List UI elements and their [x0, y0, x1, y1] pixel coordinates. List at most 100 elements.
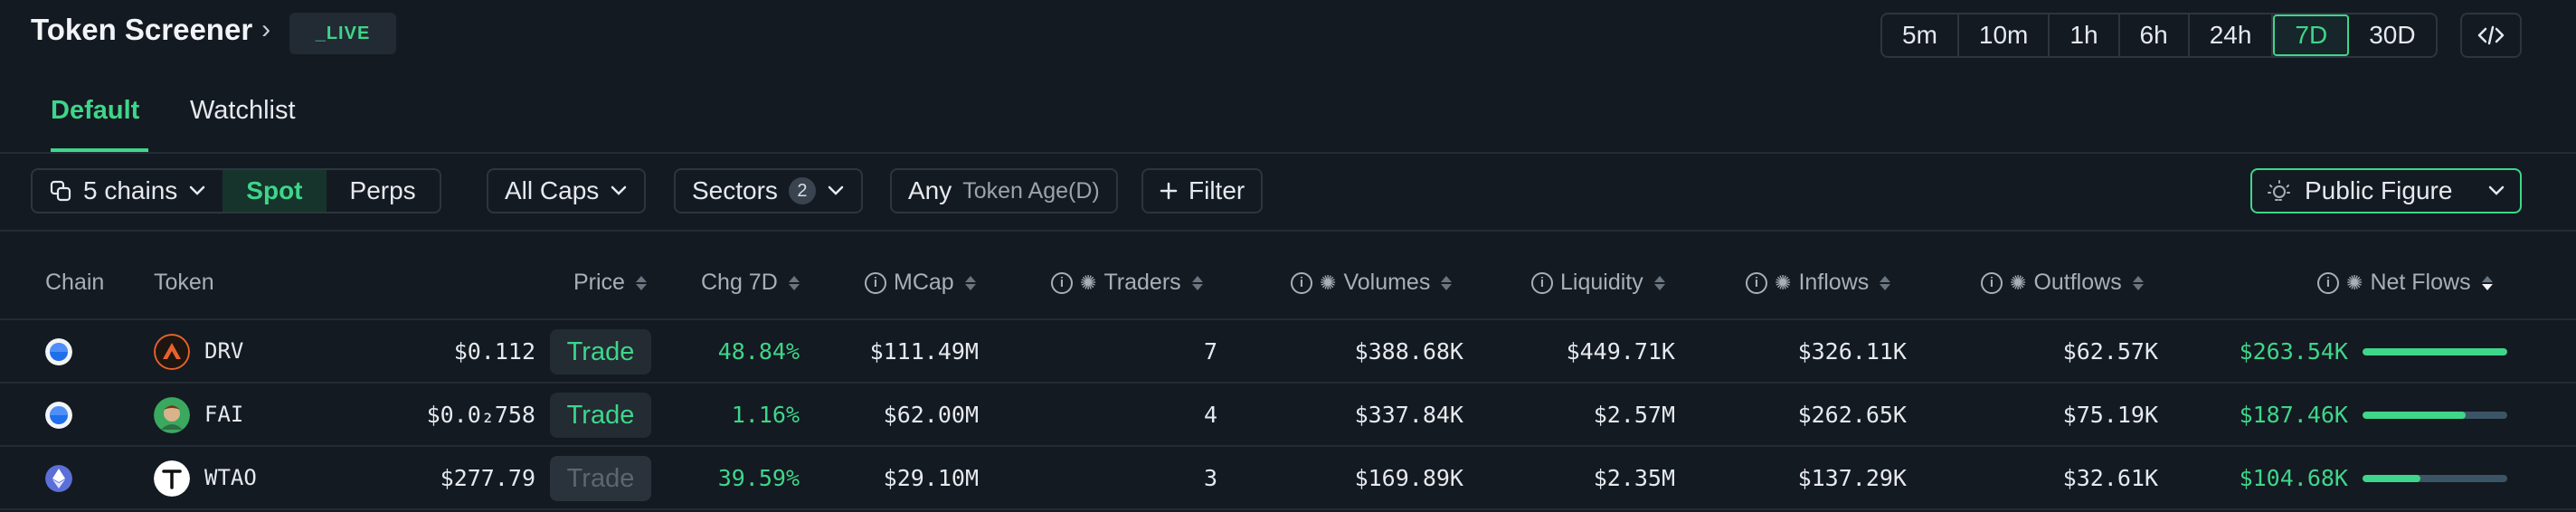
- traders-cell: 4: [1203, 401, 1217, 428]
- market-type-group: 5 chains Spot Perps: [31, 168, 441, 213]
- netflows-cell: $187.46K: [2239, 401, 2348, 428]
- chg-cell: 39.59%: [717, 464, 800, 491]
- col-volumes[interactable]: i ✺ Volumes: [1291, 270, 1453, 296]
- chains-label: 5 chains: [83, 176, 178, 204]
- chg-cell: 48.84%: [717, 337, 800, 365]
- traders-cell: 7: [1203, 337, 1217, 365]
- traders-cell: 3: [1203, 464, 1217, 491]
- col-liquidity-label: Liquidity: [1560, 270, 1643, 295]
- info-icon[interactable]: i: [865, 271, 886, 294]
- netflow-bar-fill: [2363, 475, 2420, 482]
- ethereum-chain-icon: [45, 465, 72, 492]
- sectors-dropdown[interactable]: Sectors 2: [674, 168, 863, 213]
- timeframe-5m[interactable]: 5m: [1882, 14, 1959, 56]
- live-badge: _LIVE: [289, 13, 396, 54]
- info-icon[interactable]: i: [1746, 271, 1767, 294]
- info-icon[interactable]: i: [1981, 271, 2003, 294]
- col-traders[interactable]: i ✺ Traders: [1051, 270, 1203, 296]
- table-row[interactable]: FAI $0.0₂758 Trade 1.16% $62.00M 4 $337.…: [0, 384, 2576, 447]
- fai-token-icon: [154, 397, 190, 433]
- col-mcap[interactable]: i MCap: [865, 270, 976, 296]
- table-row[interactable]: DRV $0.112 Trade 48.84% $111.49M 7 $388.…: [0, 320, 2576, 384]
- token-symbol[interactable]: WTAO: [204, 447, 257, 508]
- outflows-cell: $62.57K: [2062, 337, 2158, 365]
- token-age-value: Any: [908, 176, 952, 204]
- info-icon[interactable]: i: [2317, 271, 2339, 294]
- chevron-down-icon: [190, 185, 205, 195]
- netflow-bar-fill: [2363, 348, 2507, 356]
- col-volumes-label: Volumes: [1343, 270, 1431, 295]
- chevron-right-icon: ›: [261, 14, 271, 44]
- public-figure-label: Public Figure: [2305, 176, 2453, 204]
- sort-icon: [788, 275, 800, 290]
- timeframe-24h[interactable]: 24h: [2190, 14, 2274, 56]
- trade-button-disabled[interactable]: Trade: [550, 456, 651, 501]
- volumes-cell: $169.89K: [1354, 464, 1463, 491]
- tab-default[interactable]: Default: [51, 96, 148, 152]
- public-figure-dropdown[interactable]: Public Figure: [2250, 168, 2522, 213]
- add-filter-button[interactable]: Filter: [1141, 168, 1264, 213]
- col-liquidity[interactable]: i Liquidity: [1531, 270, 1665, 296]
- caps-label: All Caps: [505, 176, 600, 204]
- outflows-cell: $32.61K: [2062, 464, 2158, 491]
- inflows-cell: $262.65K: [1797, 401, 1907, 428]
- caps-dropdown[interactable]: All Caps: [487, 168, 647, 213]
- col-inflows[interactable]: i ✺ Inflows: [1746, 270, 1891, 296]
- plus-icon: [1160, 182, 1178, 200]
- timeframe-1h[interactable]: 1h: [2050, 14, 2120, 56]
- embed-code-button[interactable]: [2460, 13, 2522, 58]
- col-price[interactable]: Price: [573, 270, 647, 296]
- mcap-cell: $111.49M: [869, 337, 979, 365]
- token-age-filter[interactable]: Any Token Age(D): [890, 168, 1118, 213]
- col-netflows[interactable]: i ✺ Net Flows: [2317, 270, 2493, 296]
- spot-toggle[interactable]: Spot: [223, 170, 327, 212]
- sort-desc-icon: [2481, 275, 2493, 290]
- tab-watchlist[interactable]: Watchlist: [190, 96, 296, 152]
- table-row[interactable]: WTAO $277.79 Trade 39.59% $29.10M 3 $169…: [0, 447, 2576, 510]
- layers-icon: [50, 180, 71, 202]
- code-icon: [2477, 25, 2505, 45]
- col-traders-label: Traders: [1103, 270, 1181, 295]
- trade-button[interactable]: Trade: [550, 329, 651, 375]
- sort-icon: [964, 275, 976, 290]
- col-chain: Chain: [45, 270, 105, 295]
- volumes-cell: $388.68K: [1354, 337, 1463, 365]
- page-title[interactable]: Token Screener ›: [31, 13, 270, 47]
- filter-label: Filter: [1189, 176, 1245, 204]
- price-cell: $0.0₂758: [426, 401, 535, 428]
- token-symbol[interactable]: FAI: [204, 384, 243, 445]
- chains-dropdown[interactable]: 5 chains: [33, 170, 223, 212]
- timeframe-10m[interactable]: 10m: [1959, 14, 2050, 56]
- price-cell: $277.79: [440, 464, 535, 491]
- col-netflows-label: Net Flows: [2370, 270, 2471, 295]
- perps-toggle[interactable]: Perps: [327, 170, 440, 212]
- sectors-count-badge: 2: [788, 177, 816, 204]
- header: Token Screener › _LIVE 5m 10m 1h 6h 24h …: [0, 0, 2576, 72]
- token-symbol[interactable]: DRV: [204, 320, 243, 382]
- bulb-icon: ✺: [1080, 270, 1097, 294]
- table-header: Chain Token Price Chg 7D i MCap i ✺ Trad…: [0, 232, 2576, 320]
- sort-icon: [1880, 275, 1891, 290]
- col-chg-label: Chg 7D: [701, 270, 778, 295]
- drv-token-icon: [154, 334, 190, 370]
- timeframe-6h[interactable]: 6h: [2120, 14, 2190, 56]
- trade-button[interactable]: Trade: [550, 393, 651, 438]
- liquidity-cell: $449.71K: [1566, 337, 1675, 365]
- wtao-token-icon: [154, 460, 190, 497]
- info-icon[interactable]: i: [1531, 271, 1553, 294]
- info-icon[interactable]: i: [1291, 271, 1312, 294]
- chg-cell: 1.16%: [731, 401, 800, 428]
- sectors-label: Sectors: [692, 176, 778, 204]
- timeframe-7d[interactable]: 7D: [2273, 14, 2350, 56]
- bulb-icon: ✺: [1775, 270, 1792, 294]
- base-chain-icon: [45, 402, 72, 429]
- timeframe-selector: 5m 10m 1h 6h 24h 7D 30D: [1880, 13, 2438, 58]
- col-chg[interactable]: Chg 7D: [701, 270, 800, 296]
- col-price-label: Price: [573, 270, 625, 295]
- netflow-bar: [2363, 412, 2507, 419]
- timeframe-30d[interactable]: 30D: [2349, 14, 2435, 56]
- netflows-cell: $104.68K: [2239, 464, 2348, 491]
- col-outflows[interactable]: i ✺ Outflows: [1981, 270, 2144, 296]
- bulb-icon: [2268, 180, 2291, 201]
- info-icon[interactable]: i: [1051, 271, 1073, 294]
